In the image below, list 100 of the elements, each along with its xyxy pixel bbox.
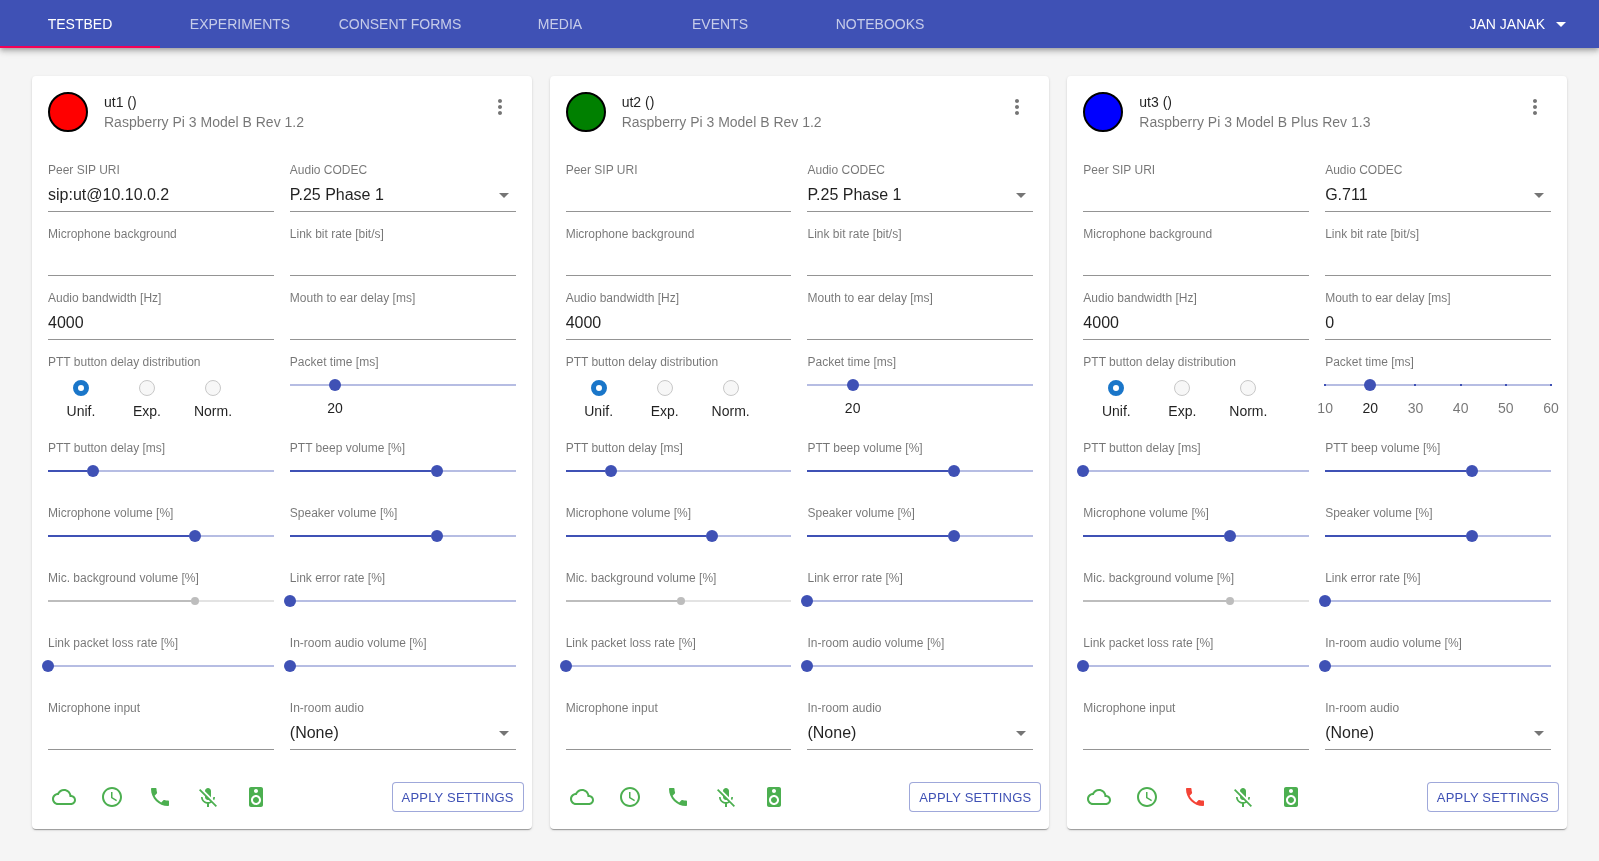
cloud-icon[interactable] bbox=[569, 789, 594, 805]
slider-thumb[interactable] bbox=[87, 465, 100, 477]
text-field[interactable]: sip:ut@10.10.0.2 bbox=[48, 185, 274, 212]
muted-microphone-icon[interactable] bbox=[199, 787, 217, 807]
select-field[interactable]: (None) bbox=[807, 723, 1034, 750]
radio-label: Norm. bbox=[193, 403, 233, 419]
user-menu-button[interactable]: JAN JANAK bbox=[1469, 6, 1566, 42]
field-label: Mouth to ear delay [ms] bbox=[1325, 291, 1451, 305]
select-field[interactable]: P.25 Phase 1 bbox=[807, 185, 1034, 212]
radio-button[interactable] bbox=[1174, 380, 1191, 396]
slider-thumb[interactable] bbox=[1465, 465, 1478, 477]
radio-label: Unif. bbox=[66, 403, 96, 419]
field-label: Audio bandwidth [Hz] bbox=[1083, 291, 1197, 305]
device-model: Raspberry Pi 3 Model B Plus Rev 1.3 bbox=[1139, 113, 1371, 132]
slider-thumb[interactable] bbox=[430, 530, 443, 542]
phone-icon[interactable] bbox=[1186, 788, 1205, 806]
select-field[interactable]: (None) bbox=[289, 723, 516, 750]
text-field[interactable]: 0 bbox=[1325, 313, 1551, 340]
nav-tab[interactable]: MEDIA bbox=[480, 0, 640, 48]
field-label: Microphone volume [%] bbox=[1083, 506, 1209, 520]
slider-thumb[interactable] bbox=[706, 530, 719, 542]
nav-tab[interactable]: TESTBED bbox=[0, 0, 160, 48]
field-label: In-room audio volume [%] bbox=[807, 636, 945, 650]
field-label: Microphone volume [%] bbox=[565, 506, 692, 520]
slider-thumb[interactable] bbox=[1077, 660, 1090, 672]
slider-thumb[interactable] bbox=[559, 660, 572, 672]
slider-thumb[interactable] bbox=[42, 660, 54, 672]
field-label: PTT button delay [ms] bbox=[565, 441, 683, 455]
apply-settings-button[interactable]: APPLY SETTINGS bbox=[909, 782, 1042, 812]
slider-thumb[interactable] bbox=[283, 660, 296, 672]
text-field[interactable]: 4000 bbox=[565, 313, 792, 340]
nav-tab[interactable]: EVENTS bbox=[640, 0, 800, 48]
apply-settings-button[interactable]: APPLY SETTINGS bbox=[391, 782, 524, 812]
muted-microphone-icon[interactable] bbox=[716, 787, 735, 807]
slider-thumb[interactable] bbox=[1319, 660, 1332, 672]
radio-button[interactable] bbox=[1108, 380, 1125, 396]
field-label: In-room audio bbox=[289, 701, 364, 715]
more-options-icon[interactable] bbox=[497, 99, 502, 115]
caret-icon bbox=[1016, 192, 1027, 198]
slider-mark-label: 30 bbox=[1407, 400, 1424, 416]
phone-icon[interactable] bbox=[668, 788, 687, 806]
slider-thumb[interactable] bbox=[329, 379, 341, 391]
slider-thumb[interactable] bbox=[948, 530, 961, 542]
select-field[interactable]: G.711 bbox=[1325, 185, 1551, 212]
slider-thumb[interactable] bbox=[1465, 530, 1478, 542]
field-label: Peer SIP URI bbox=[565, 163, 638, 177]
radio-button[interactable] bbox=[1240, 380, 1257, 396]
cloud-icon[interactable] bbox=[1087, 789, 1112, 805]
slider-thumb[interactable] bbox=[1319, 595, 1332, 607]
slider-thumb[interactable] bbox=[1077, 465, 1090, 477]
text-field[interactable]: 4000 bbox=[1083, 313, 1310, 340]
field-label: Microphone background bbox=[48, 227, 177, 241]
slider-thumb[interactable] bbox=[283, 595, 296, 607]
speaker-icon[interactable] bbox=[1284, 787, 1299, 807]
slider-thumb[interactable] bbox=[1224, 530, 1237, 542]
radio-button[interactable] bbox=[590, 380, 607, 396]
slider-thumb[interactable] bbox=[1364, 379, 1377, 391]
clock-icon[interactable] bbox=[619, 787, 640, 807]
select-field[interactable]: (None) bbox=[1325, 723, 1551, 750]
nav-tab[interactable]: CONSENT FORMS bbox=[320, 0, 480, 48]
slider-thumb[interactable] bbox=[948, 465, 961, 477]
nav-tab[interactable]: NOTEBOOKS bbox=[800, 0, 960, 48]
select-field[interactable]: P.25 Phase 1 bbox=[289, 185, 516, 212]
speaker-icon[interactable] bbox=[249, 787, 263, 807]
caret-icon bbox=[498, 192, 509, 198]
caret-icon bbox=[1534, 730, 1544, 736]
text-field[interactable]: 4000 bbox=[48, 313, 274, 340]
more-options-icon[interactable] bbox=[1533, 99, 1537, 115]
muted-microphone-icon[interactable] bbox=[1234, 787, 1253, 807]
slider-mark-label: 10 bbox=[1317, 400, 1333, 416]
field-label: Link bit rate [bit/s] bbox=[289, 227, 384, 241]
slider-mark-label: 20 bbox=[327, 400, 343, 416]
radio-button[interactable] bbox=[656, 380, 673, 396]
field-label: Microphone input bbox=[565, 701, 658, 715]
more-options-icon[interactable] bbox=[1015, 99, 1020, 115]
radio-button[interactable] bbox=[722, 380, 739, 396]
slider-thumb[interactable] bbox=[188, 530, 201, 542]
clock-icon[interactable] bbox=[1137, 787, 1158, 807]
field-label: Mic. background volume [%] bbox=[565, 571, 717, 585]
clock-icon[interactable] bbox=[102, 787, 122, 807]
caret-icon bbox=[1556, 21, 1566, 27]
radio-button[interactable] bbox=[73, 380, 89, 396]
field-label: PTT beep volume [%] bbox=[807, 441, 923, 455]
slider-thumb[interactable] bbox=[846, 379, 859, 391]
phone-icon[interactable] bbox=[151, 788, 169, 806]
slider-thumb[interactable] bbox=[801, 660, 814, 672]
slider-thumb[interactable] bbox=[604, 465, 617, 477]
speaker-icon[interactable] bbox=[766, 787, 781, 807]
apply-settings-button[interactable]: APPLY SETTINGS bbox=[1426, 782, 1559, 812]
slider-mark-label: 20 bbox=[844, 400, 861, 416]
field-label: In-room audio volume [%] bbox=[289, 636, 427, 650]
nav-tab[interactable]: EXPERIMENTS bbox=[160, 0, 320, 48]
radio-button[interactable] bbox=[139, 380, 155, 396]
cloud-icon[interactable] bbox=[52, 789, 76, 805]
radio-button[interactable] bbox=[205, 380, 221, 396]
field-label: In-room audio bbox=[1325, 701, 1400, 715]
slider-thumb[interactable] bbox=[430, 465, 443, 477]
field-label: PTT button delay distribution bbox=[1083, 355, 1236, 369]
field-label: Packet time [ms] bbox=[289, 355, 379, 369]
slider-thumb[interactable] bbox=[801, 595, 814, 607]
